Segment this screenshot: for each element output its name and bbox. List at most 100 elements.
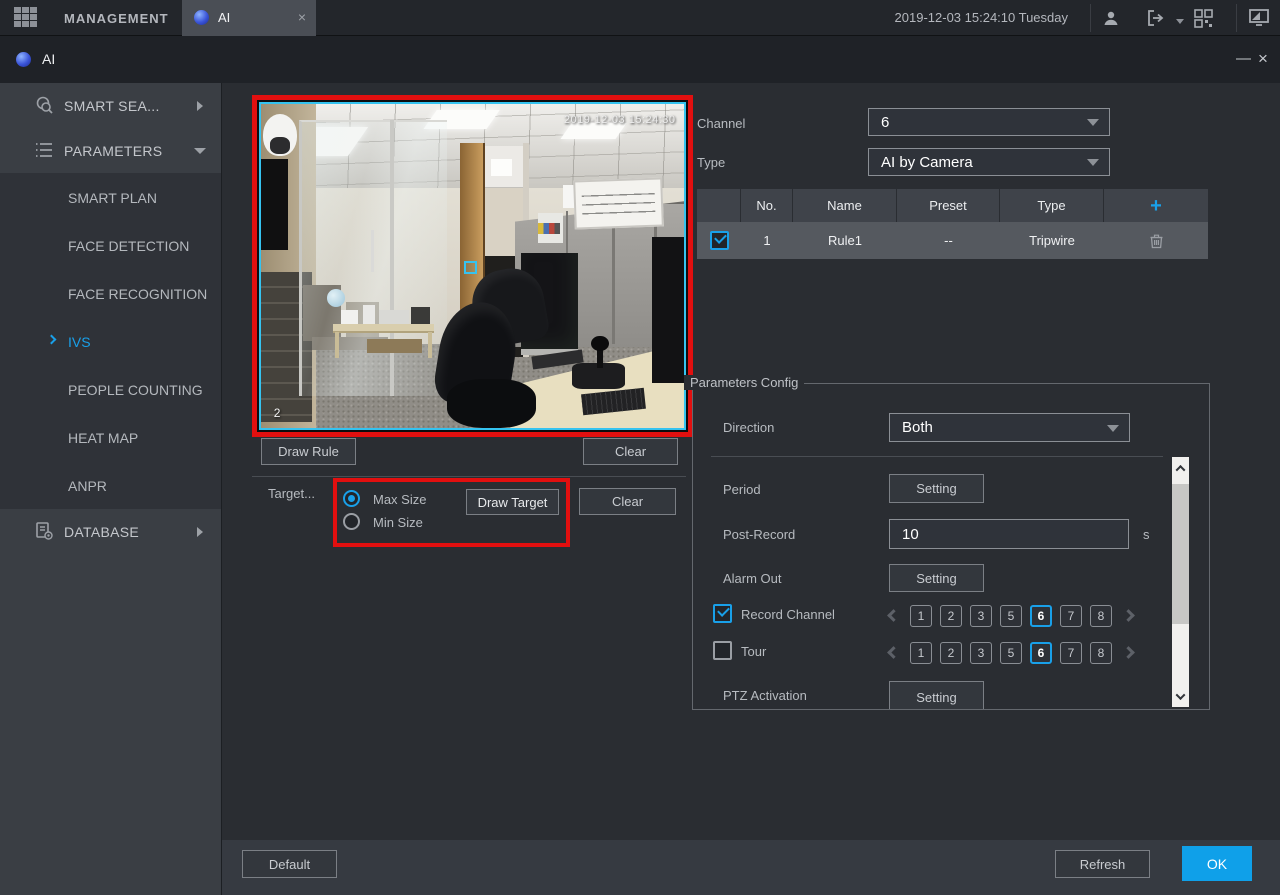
sidebar-item-face-detection[interactable]: FACE DETECTION bbox=[0, 221, 221, 269]
sidebar-item-parameters[interactable]: PARAMETERS bbox=[0, 128, 221, 173]
channel-button-6[interactable]: 6 bbox=[1030, 605, 1052, 627]
period-label: Period bbox=[723, 482, 761, 497]
annotation-video-highlight: 2019-12-03 15:24:30 2 bbox=[252, 95, 693, 437]
chevron-left-icon[interactable] bbox=[887, 646, 900, 659]
draw-rule-button[interactable]: Draw Rule bbox=[261, 438, 356, 465]
type-label: Type bbox=[697, 155, 725, 170]
trash-icon bbox=[1149, 233, 1164, 249]
tab-close-icon[interactable]: × bbox=[298, 9, 306, 25]
video-channel-number: 2 bbox=[274, 406, 281, 420]
channel-button-5[interactable]: 5 bbox=[1000, 605, 1022, 627]
apps-grid-icon[interactable] bbox=[14, 7, 40, 29]
target-label: Target... bbox=[268, 486, 315, 501]
draw-target-button[interactable]: Draw Target bbox=[466, 489, 559, 515]
scene-whiteboard bbox=[573, 177, 663, 229]
chevron-left-icon[interactable] bbox=[887, 609, 900, 622]
record-channel-checkbox[interactable] bbox=[713, 604, 732, 623]
main-content: 2019-12-03 15:24:30 2 Draw Rule Clear Ta… bbox=[222, 83, 1280, 895]
user-icon[interactable] bbox=[1100, 8, 1122, 28]
alarm-out-label: Alarm Out bbox=[723, 571, 782, 586]
channel-button-8[interactable]: 8 bbox=[1090, 605, 1112, 627]
scroll-down-icon[interactable] bbox=[1172, 685, 1189, 707]
scene-ptz-camera bbox=[263, 114, 297, 156]
divider bbox=[252, 476, 686, 477]
clear-target-button[interactable]: Clear bbox=[579, 488, 676, 515]
smart-search-icon bbox=[34, 95, 54, 120]
record-channel-label: Record Channel bbox=[741, 607, 835, 622]
chevron-right-icon bbox=[47, 335, 57, 345]
logout-caret-icon[interactable] bbox=[1176, 19, 1184, 24]
channel-button-3[interactable]: 3 bbox=[970, 605, 992, 627]
management-menu[interactable]: MANAGEMENT bbox=[64, 11, 169, 26]
channel-button-8[interactable]: 8 bbox=[1090, 642, 1112, 664]
refresh-button[interactable]: Refresh bbox=[1055, 850, 1150, 878]
parameters-submenu: SMART PLAN FACE DETECTION FACE RECOGNITI… bbox=[0, 173, 221, 509]
sidebar-item-face-recognition[interactable]: FACE RECOGNITION bbox=[0, 269, 221, 317]
chevron-right-icon bbox=[197, 527, 203, 537]
channel-button-6[interactable]: 6 bbox=[1030, 642, 1052, 664]
ok-button[interactable]: OK bbox=[1182, 846, 1252, 881]
sidebar-item-ivs[interactable]: IVS bbox=[0, 317, 221, 365]
max-size-radio[interactable] bbox=[343, 490, 360, 507]
ptz-activation-label: PTZ Activation bbox=[723, 688, 807, 703]
channel-button-2[interactable]: 2 bbox=[940, 605, 962, 627]
sidebar: SMART SEA... PARAMETERS SMART PLAN FACE … bbox=[0, 83, 222, 895]
scrollbar[interactable] bbox=[1172, 457, 1189, 707]
window-title-bar: AI — × bbox=[0, 36, 1280, 83]
chevron-right-icon bbox=[197, 101, 203, 111]
chevron-down-icon bbox=[1107, 425, 1119, 432]
minimize-icon[interactable]: — bbox=[1236, 50, 1251, 67]
channel-button-1[interactable]: 1 bbox=[910, 642, 932, 664]
clear-rule-button[interactable]: Clear bbox=[583, 438, 678, 465]
channel-dropdown[interactable]: 6 bbox=[868, 108, 1110, 136]
sidebar-item-heat-map[interactable]: HEAT MAP bbox=[0, 413, 221, 461]
sidebar-item-database[interactable]: DATABASE bbox=[0, 509, 221, 557]
direction-label: Direction bbox=[723, 420, 774, 435]
sidebar-item-anpr[interactable]: ANPR bbox=[0, 461, 221, 509]
monitor-icon[interactable] bbox=[1248, 8, 1270, 28]
min-size-label: Min Size bbox=[373, 515, 423, 530]
channel-button-1[interactable]: 1 bbox=[910, 605, 932, 627]
channel-button-7[interactable]: 7 bbox=[1060, 642, 1082, 664]
default-button[interactable]: Default bbox=[242, 850, 337, 878]
chevron-right-icon[interactable] bbox=[1122, 609, 1135, 622]
video-preview[interactable]: 2019-12-03 15:24:30 2 bbox=[259, 102, 686, 430]
qr-code-icon[interactable] bbox=[1192, 8, 1214, 28]
record-channel-selector: 1235678 bbox=[889, 604, 1133, 627]
channel-button-7[interactable]: 7 bbox=[1060, 605, 1082, 627]
min-size-radio[interactable] bbox=[343, 513, 360, 530]
close-icon[interactable]: × bbox=[1258, 49, 1268, 69]
channel-button-3[interactable]: 3 bbox=[970, 642, 992, 664]
divider bbox=[711, 456, 1163, 457]
scroll-up-icon[interactable] bbox=[1172, 457, 1189, 479]
channel-label: Channel bbox=[697, 116, 745, 131]
sidebar-item-people-counting[interactable]: PEOPLE COUNTING bbox=[0, 365, 221, 413]
sidebar-item-smart-search[interactable]: SMART SEA... bbox=[0, 83, 221, 128]
rule-checkbox[interactable] bbox=[710, 231, 729, 250]
chevron-right-icon[interactable] bbox=[1122, 646, 1135, 659]
chevron-down-icon bbox=[1087, 119, 1099, 126]
chevron-down-icon bbox=[194, 148, 206, 154]
logout-icon[interactable] bbox=[1144, 8, 1166, 28]
rule-table-body: 1 Rule1 -- Tripwire bbox=[697, 222, 1208, 259]
scrollbar-thumb[interactable] bbox=[1172, 484, 1189, 624]
alarm-out-setting-button[interactable]: Setting bbox=[889, 564, 984, 592]
direction-dropdown[interactable]: Both bbox=[889, 413, 1130, 442]
ai-head-icon bbox=[194, 10, 209, 25]
ptz-setting-button[interactable]: Setting bbox=[889, 681, 984, 710]
type-dropdown[interactable]: AI by Camera bbox=[868, 148, 1110, 176]
tour-checkbox[interactable] bbox=[713, 641, 732, 660]
channel-button-2[interactable]: 2 bbox=[940, 642, 962, 664]
separator bbox=[1090, 4, 1091, 32]
target-size-box[interactable] bbox=[464, 261, 477, 274]
period-setting-button[interactable]: Setting bbox=[889, 474, 984, 503]
post-record-label: Post-Record bbox=[723, 527, 795, 542]
tab-ai[interactable]: AI × bbox=[182, 0, 316, 36]
channel-button-5[interactable]: 5 bbox=[1000, 642, 1022, 664]
sidebar-filler bbox=[0, 557, 221, 895]
post-record-input[interactable]: 10 bbox=[889, 519, 1129, 549]
table-row[interactable]: 1 Rule1 -- Tripwire bbox=[697, 222, 1208, 259]
add-rule-button[interactable]: + bbox=[1150, 196, 1162, 216]
delete-rule-button[interactable] bbox=[1104, 222, 1208, 259]
sidebar-item-smart-plan[interactable]: SMART PLAN bbox=[0, 173, 221, 221]
